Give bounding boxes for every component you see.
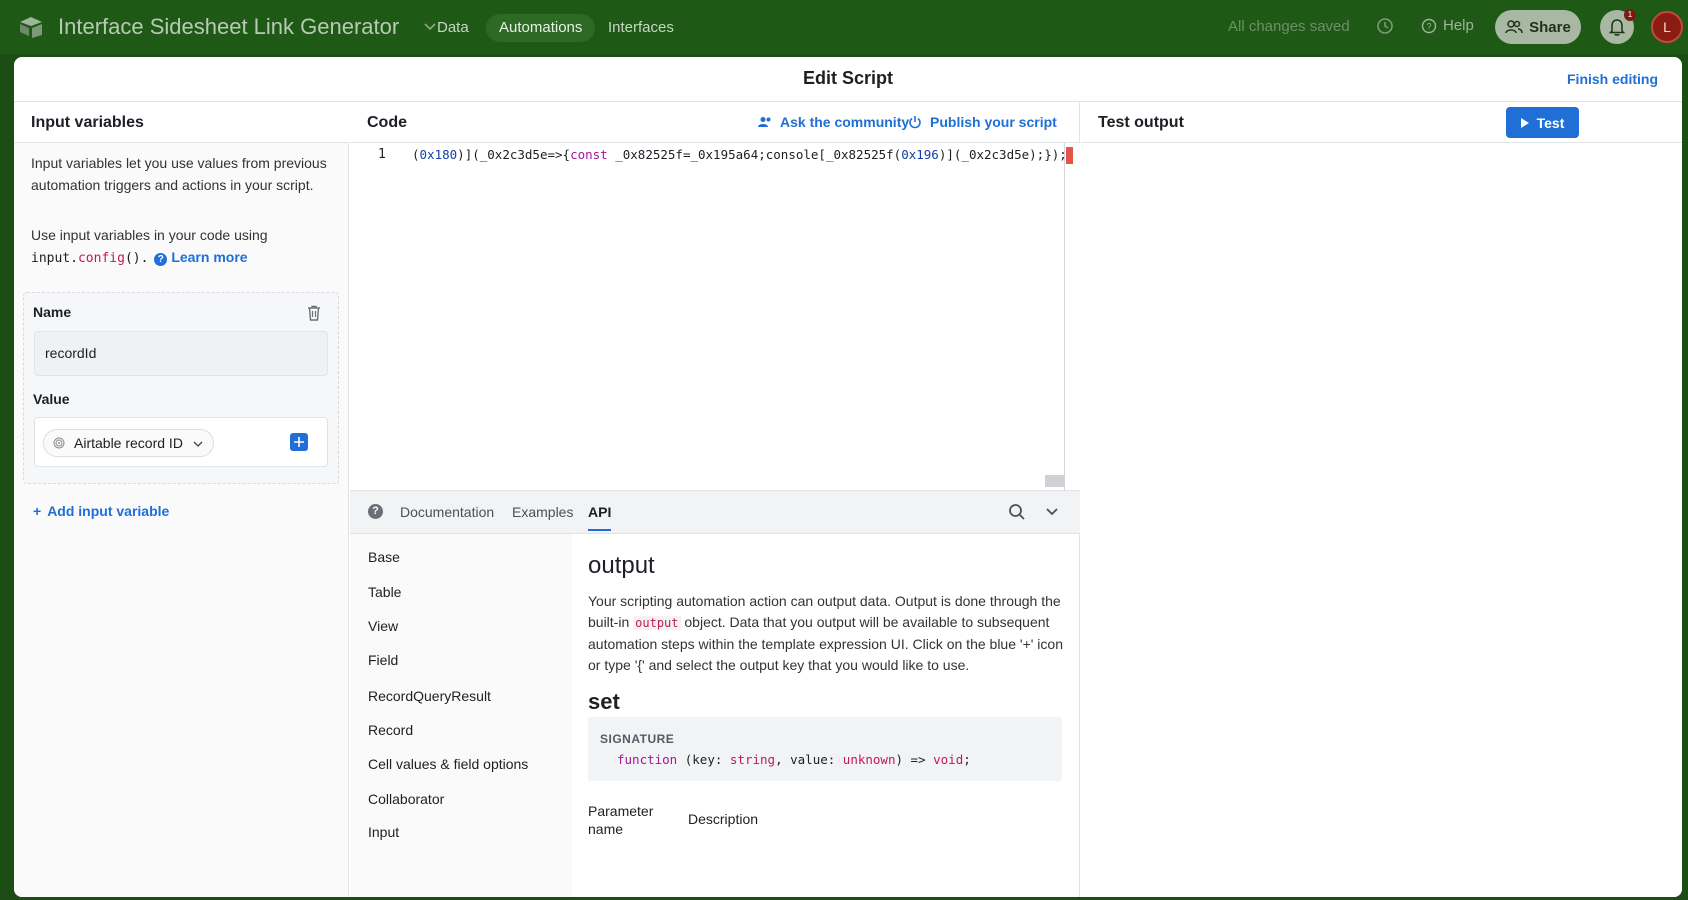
help-icon: ? [368, 504, 383, 519]
api-nav-item[interactable]: RecordQueryResult [368, 688, 491, 704]
variable-value-field: Airtable record ID [34, 417, 328, 467]
save-status: All changes saved [1228, 18, 1350, 35]
insert-token-button[interactable] [290, 433, 308, 451]
publish-script-label: Publish your script [930, 114, 1057, 130]
panel-title: Test output [1098, 114, 1184, 131]
api-subheading: set [588, 689, 620, 714]
api-nav-item[interactable]: Field [368, 652, 398, 668]
svg-text:?: ? [1426, 21, 1431, 31]
value-select-label: Airtable record ID [74, 435, 183, 451]
api-heading: output [588, 552, 655, 579]
variable-name-input[interactable]: recordId [34, 331, 328, 376]
fingerprint-icon [53, 437, 65, 449]
api-nav-item[interactable]: View [368, 618, 398, 634]
description-header: Description [688, 811, 759, 827]
usage-text: Use input variables in your code using [31, 227, 268, 243]
line-number: 1 [378, 147, 386, 162]
trash-icon[interactable] [307, 305, 321, 321]
usage-code-object: input [31, 251, 71, 266]
share-button[interactable]: Share [1495, 10, 1581, 44]
dialog-title: Edit Script [802, 68, 893, 88]
ask-community-button[interactable]: Ask the community [758, 114, 909, 130]
bell-icon [1609, 19, 1625, 36]
docs-tab-bar: ? Documentation Examples API [350, 490, 1080, 534]
param-name-header: Parameter name [588, 803, 654, 837]
dialog-header: Edit Script Finish editing [14, 57, 1682, 102]
power-icon [909, 116, 921, 129]
add-input-variable-button[interactable]: + Add input variable [33, 503, 169, 519]
api-nav: Base Table View Field RecordQueryResult … [350, 534, 572, 897]
signature-code: function (key: string, value: unknown) =… [617, 752, 971, 767]
test-button[interactable]: Test [1506, 107, 1579, 138]
input-variable-card: Name recordId Value Airtable record ID [23, 292, 339, 484]
signature-box: SIGNATURE function (key: string, value: … [588, 717, 1062, 781]
search-icon[interactable] [1008, 503, 1026, 521]
api-content: output Your scripting automation action … [588, 534, 1068, 897]
editor-scrollbar[interactable] [1064, 143, 1065, 490]
users-icon [758, 117, 771, 127]
error-marker [1066, 147, 1073, 164]
usage-code-method: config [77, 251, 125, 266]
api-nav-item[interactable]: Base [368, 549, 400, 565]
api-nav-item[interactable]: Cell values & field options [368, 756, 528, 772]
code-editor[interactable]: 1 (0x180)](_0x2c3d5e=>{const _0x82525f=_… [350, 143, 1080, 490]
input-variables-usage: Use input variables in your code using i… [31, 227, 268, 266]
ask-community-label: Ask the community [780, 114, 910, 130]
input-variables-panel: Input variables Input variables let you … [14, 102, 349, 897]
finish-editing-button[interactable]: Finish editing [1567, 71, 1658, 87]
api-nav-item[interactable]: Input [368, 824, 399, 840]
history-icon[interactable] [1375, 16, 1395, 36]
nav-data[interactable]: Data [424, 14, 482, 42]
nav-automations[interactable]: Automations [486, 14, 596, 42]
signature-label: SIGNATURE [600, 732, 675, 746]
learn-more-link[interactable]: Learn more [171, 249, 247, 265]
resize-handle[interactable] [1045, 475, 1065, 487]
panel-title: Code [367, 114, 407, 131]
plus-icon: + [33, 503, 42, 519]
test-label: Test [1536, 114, 1565, 131]
api-nav-item[interactable]: Table [368, 584, 401, 600]
panel-title: Input variables [31, 114, 144, 131]
inline-code: output [633, 616, 681, 630]
app-topbar: Interface Sidesheet Link Generator Data … [0, 0, 1688, 54]
test-output-header: Test output Test [1081, 102, 1682, 143]
code-header: Code Ask the community Publish your scri… [350, 102, 1080, 143]
api-nav-item[interactable]: Collaborator [368, 791, 444, 807]
notification-badge: 1 [1624, 9, 1636, 21]
input-variables-intro: Input variables let you use values from … [31, 155, 327, 193]
help-label: Help [1443, 17, 1474, 34]
tab-api[interactable]: API [588, 504, 612, 531]
avatar[interactable]: L [1651, 11, 1683, 43]
help-icon: ? [154, 253, 168, 266]
tab-examples[interactable]: Examples [512, 504, 573, 520]
plus-icon [294, 437, 304, 447]
usage-code-suffix: (). [124, 251, 149, 266]
api-paragraph: Your scripting automation action can out… [588, 593, 1063, 673]
code-line[interactable]: (0x180)](_0x2c3d5e=>{const _0x82525f=_0x… [412, 147, 1067, 162]
input-variables-header: Input variables [14, 102, 349, 143]
edit-script-dialog: Edit Script Finish editing Input variabl… [14, 57, 1682, 897]
value-select[interactable]: Airtable record ID [43, 429, 214, 457]
share-label: Share [1529, 18, 1571, 36]
api-nav-item[interactable]: Record [368, 722, 413, 738]
chevron-down-icon[interactable] [1046, 507, 1058, 517]
users-icon [1505, 20, 1523, 34]
value-label: Value [33, 391, 70, 407]
test-output-panel: Test output Test [1081, 102, 1682, 897]
chevron-down-icon [193, 441, 203, 447]
add-input-variable-label: Add input variable [47, 503, 170, 519]
name-label: Name [33, 304, 72, 320]
base-title[interactable]: Interface Sidesheet Link Generator [58, 14, 399, 40]
publish-script-button[interactable]: Publish your script [908, 114, 1057, 130]
help-button[interactable]: ? Help [1421, 17, 1474, 34]
tab-documentation[interactable]: Documentation [400, 504, 494, 520]
play-icon [1520, 117, 1529, 128]
nav-interfaces[interactable]: Interfaces [595, 14, 687, 42]
airtable-logo-icon[interactable] [18, 16, 44, 38]
code-panel: Code Ask the community Publish your scri… [350, 102, 1080, 897]
help-circle-icon: ? [1421, 18, 1437, 33]
